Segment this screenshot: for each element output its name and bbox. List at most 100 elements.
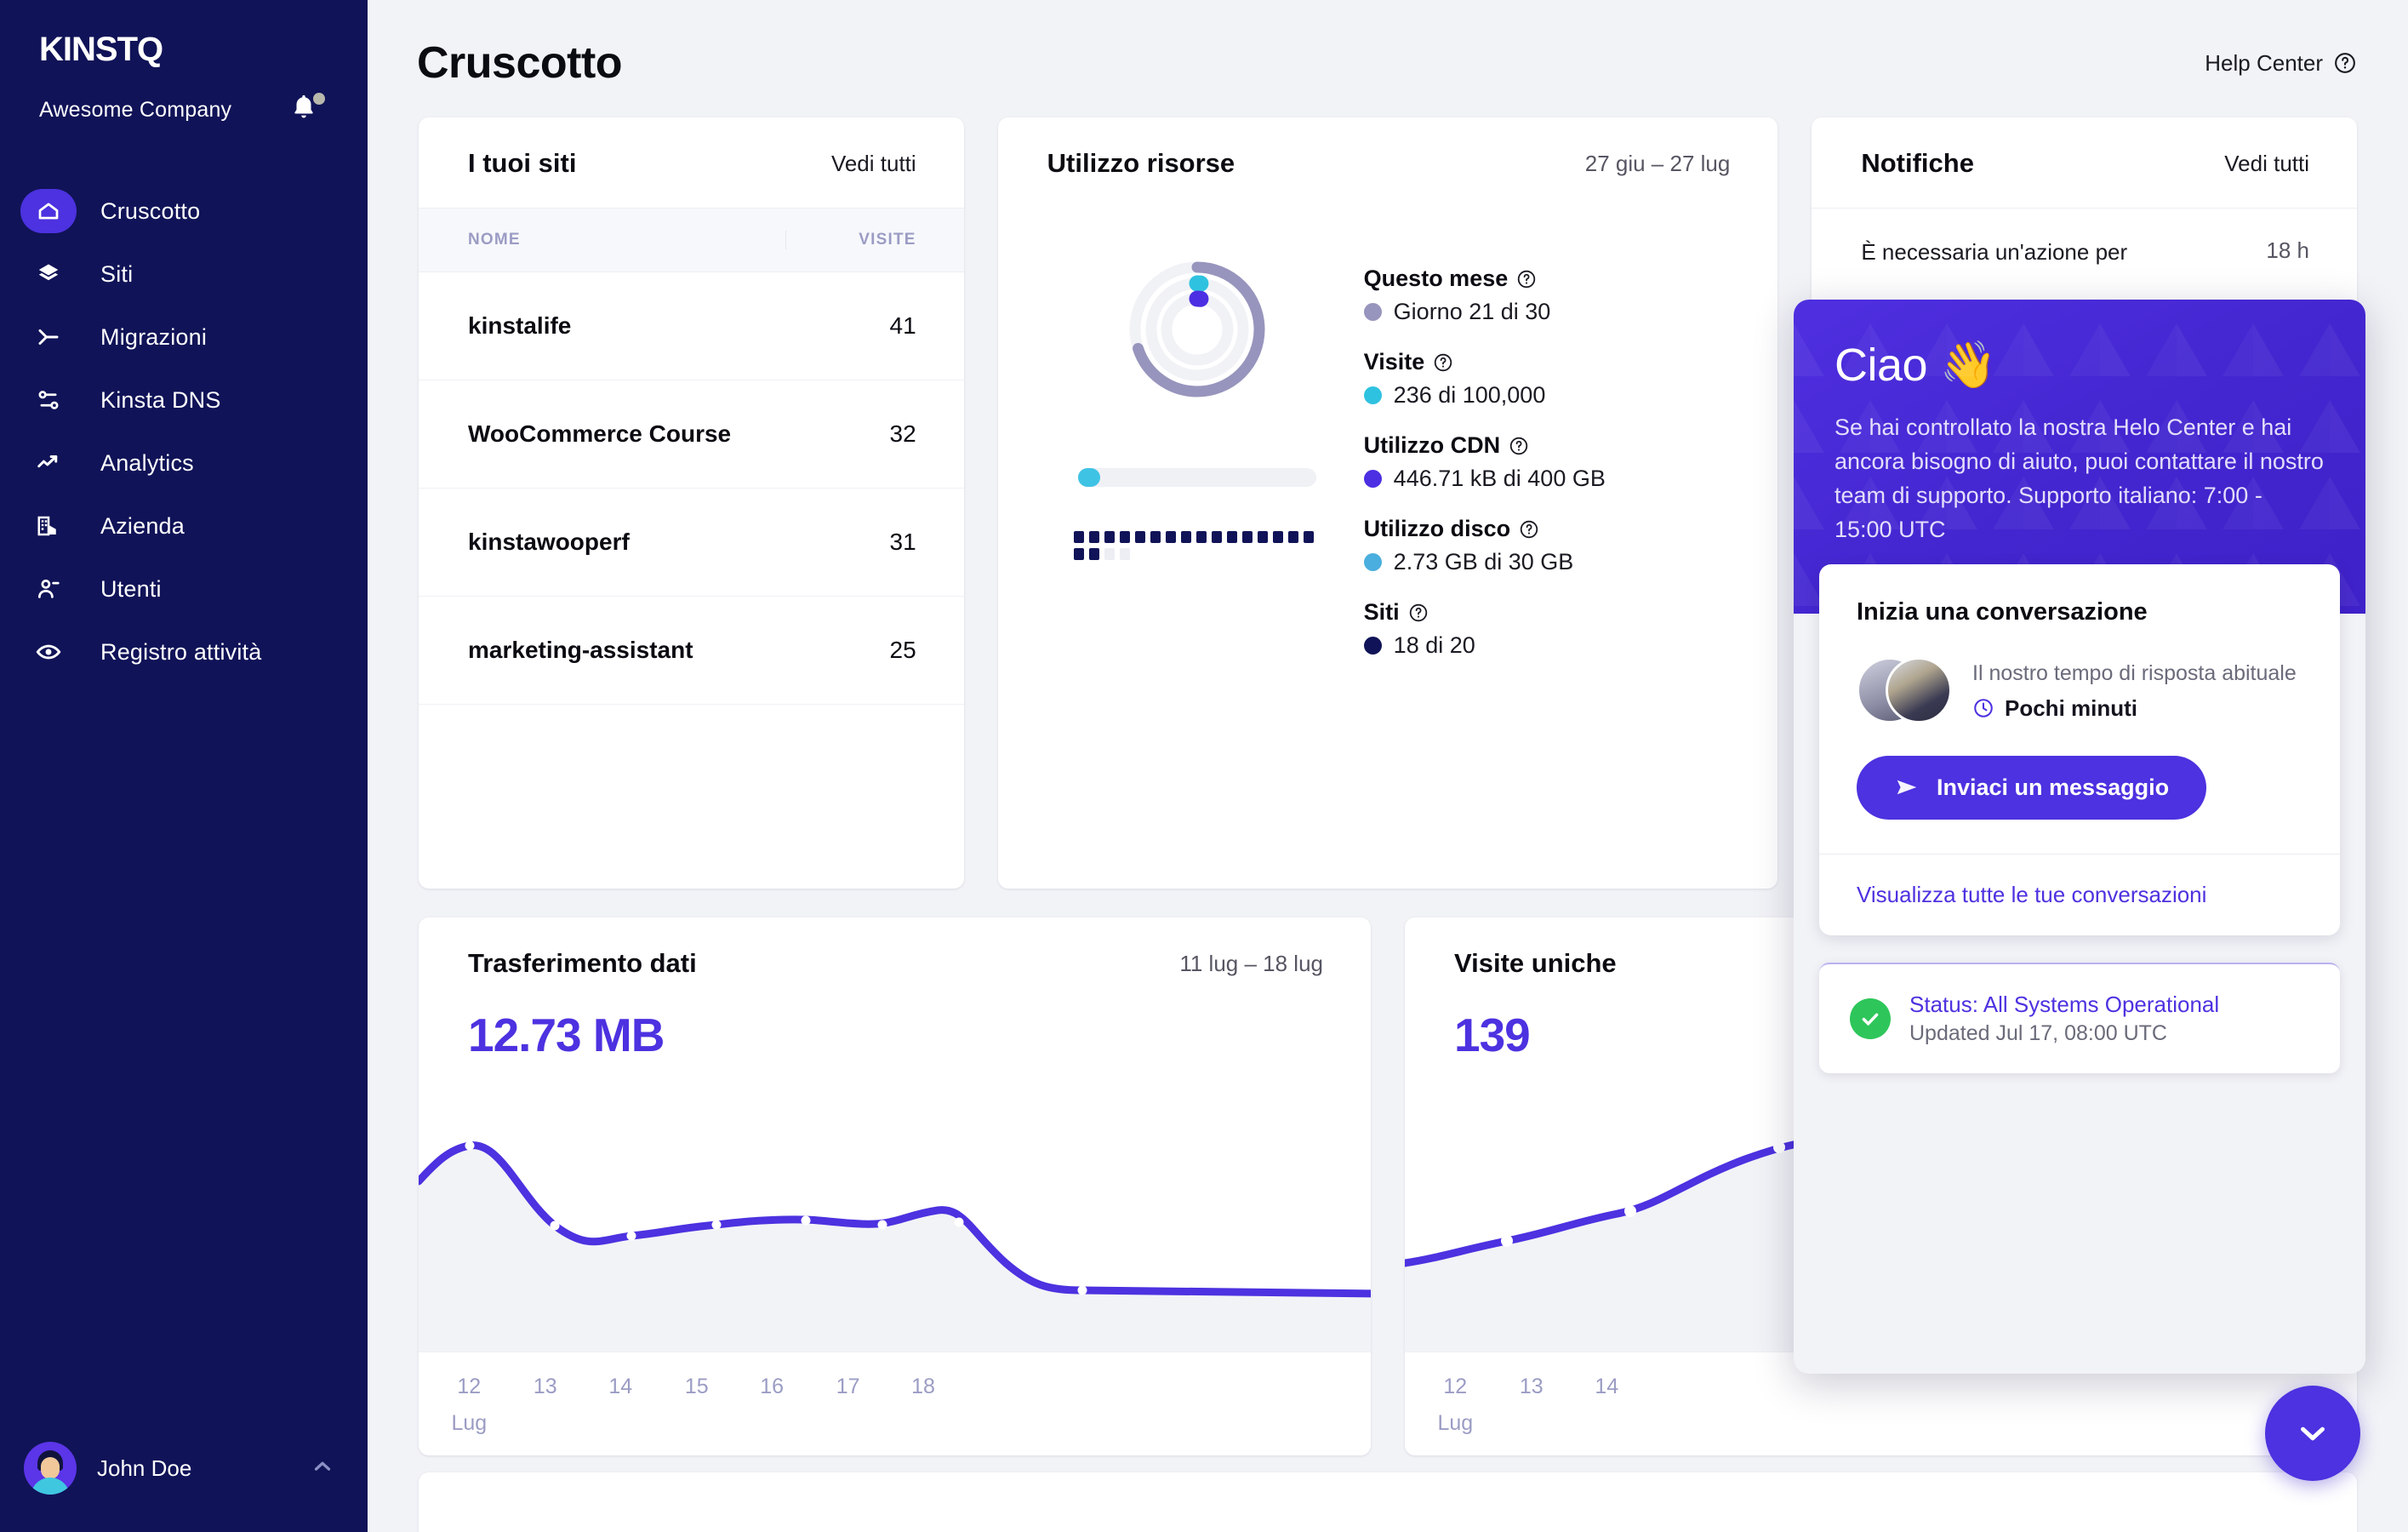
site-visits: 25 xyxy=(785,637,964,664)
notifications-view-all-link[interactable]: Vedi tutti xyxy=(2224,151,2309,177)
company-row: Awesome Company xyxy=(0,74,368,127)
unique-visits-title: Visite uniche xyxy=(1454,948,1617,979)
notifications-card-title: Notifiche xyxy=(1861,148,1974,179)
sidebar-item-kinsta-dns[interactable]: Kinsta DNS xyxy=(0,369,368,432)
disk-usage-progress-bar xyxy=(1078,468,1316,487)
response-time-value: Pochi minuti xyxy=(2005,695,2137,722)
data-transfer-date-range: 11 lug – 18 lug xyxy=(1179,951,1323,977)
sidebar-item-analytics[interactable]: Analytics xyxy=(0,432,368,494)
sites-count-indicator xyxy=(1074,531,1321,560)
chat-widget: Ciao 👋 Se hai controllato la nostra Helo… xyxy=(1794,300,2365,1374)
question-circle-icon xyxy=(2333,51,2357,75)
axis-tick-label: 15 xyxy=(685,1375,709,1399)
sidebar-item-azienda[interactable]: Azienda xyxy=(0,494,368,557)
question-circle-icon[interactable] xyxy=(1516,269,1537,289)
sidebar-item-label: Siti xyxy=(100,261,133,288)
sidebar-item-registro-attivita[interactable]: Registro attività xyxy=(0,620,368,683)
stat-label-text: Questo mese xyxy=(1364,266,1509,292)
sidebar-item-label: Kinsta DNS xyxy=(100,387,221,414)
send-message-button[interactable]: Inviaci un messaggio xyxy=(1857,756,2206,820)
user-minus-icon xyxy=(20,567,77,611)
trend-up-icon xyxy=(20,441,77,485)
status-updated: Updated Jul 17, 08:00 UTC xyxy=(1909,1021,2219,1046)
chat-intro-text: Se hai controllato la nostra Helo Center… xyxy=(1835,411,2325,547)
question-circle-icon[interactable] xyxy=(1433,352,1453,373)
sidebar-nav: Cruscotto Siti Migrazio xyxy=(0,180,368,683)
axis-month-label: Lug xyxy=(451,1411,487,1436)
start-conversation-panel: Inizia una conversazione Il nostro tempo… xyxy=(1819,564,2340,935)
user-profile-button[interactable]: John Doe xyxy=(0,1442,368,1495)
table-row[interactable]: kinstawooperf 31 xyxy=(419,489,964,597)
stat-value-text: 2.73 GB di 30 GB xyxy=(1394,549,1574,575)
avatar xyxy=(1886,657,1952,723)
sidebar-item-siti[interactable]: Siti xyxy=(0,243,368,306)
sites-card-header: I tuoi siti Vedi tutti xyxy=(419,117,964,208)
chevron-up-icon[interactable] xyxy=(310,1454,335,1483)
support-agents-avatars xyxy=(1857,655,1952,725)
building-icon xyxy=(20,504,77,548)
check-circle-icon xyxy=(1850,998,1891,1039)
sites-card-title: I tuoi siti xyxy=(468,148,576,179)
help-center-link[interactable]: Help Center xyxy=(2205,50,2357,77)
axis-tick-label: 12 xyxy=(457,1375,481,1398)
notifications-list: È necessaria un'azione per 18 h xyxy=(1812,208,2357,296)
paper-plane-icon xyxy=(1894,775,1920,800)
sidebar: KINSTQ Awesome Company Crus xyxy=(0,0,368,1532)
data-transfer-chart xyxy=(419,1096,1371,1352)
table-row[interactable]: marketing-assistant 25 xyxy=(419,597,964,705)
legend-dot xyxy=(1364,386,1382,404)
sidebar-item-utenti[interactable]: Utenti xyxy=(0,557,368,620)
sites-view-all-link[interactable]: Vedi tutti xyxy=(831,151,916,177)
response-time-value-row: Pochi minuti xyxy=(1972,695,2297,722)
response-time-row: Il nostro tempo di risposta abituale Poc… xyxy=(1819,626,2340,725)
usage-donut-chart xyxy=(1125,257,1270,402)
page-title: Cruscotto xyxy=(417,37,622,89)
table-row[interactable]: WooCommerce Course 32 xyxy=(419,380,964,489)
chat-greeting-text: Ciao xyxy=(1835,340,1927,391)
topbar: Cruscotto Help Center xyxy=(368,0,2408,89)
chat-greeting: Ciao 👋 xyxy=(1835,339,2325,392)
sidebar-item-cruscotto[interactable]: Cruscotto xyxy=(0,180,368,243)
data-transfer-x-axis: 12Lug 13 14 15 16 17 18 xyxy=(419,1352,1371,1455)
resource-gauges xyxy=(998,216,1364,683)
view-all-conversations-link[interactable]: Visualizza tutte le tue conversazioni xyxy=(1819,855,2340,935)
site-visits: 41 xyxy=(785,312,964,340)
legend-dot xyxy=(1364,553,1382,571)
layers-icon xyxy=(20,252,77,296)
table-row[interactable]: kinstalife 41 xyxy=(419,272,964,380)
legend-dot xyxy=(1364,637,1382,655)
data-transfer-card: Trasferimento dati 11 lug – 18 lug 12.73… xyxy=(419,917,1371,1455)
send-message-label: Inviaci un messaggio xyxy=(1937,775,2169,801)
notification-text: È necessaria un'azione per xyxy=(1861,237,2127,267)
sidebar-item-label: Azienda xyxy=(100,513,185,540)
notifications-card-header: Notifiche Vedi tutti xyxy=(1812,117,2357,208)
sidebar-item-migrazioni[interactable]: Migrazioni xyxy=(0,306,368,369)
legend-dot xyxy=(1364,470,1382,488)
stat-sites: Siti 18 di 20 xyxy=(1364,599,1606,659)
notifications-bell-button[interactable] xyxy=(289,93,323,127)
chat-toggle-button[interactable] xyxy=(2265,1386,2360,1481)
list-item[interactable]: È necessaria un'azione per 18 h xyxy=(1812,209,2357,296)
axis-tick-label: 17 xyxy=(836,1375,860,1399)
question-circle-icon[interactable] xyxy=(1408,603,1429,623)
data-transfer-title: Trasferimento dati xyxy=(468,948,697,979)
column-header-name: NOME xyxy=(419,231,785,249)
axis-tick-label: 12 xyxy=(1443,1375,1467,1398)
system-status-card[interactable]: Status: All Systems Operational Updated … xyxy=(1819,963,2340,1073)
axis-tick-label: 14 xyxy=(1595,1375,1618,1399)
user-name: John Doe xyxy=(97,1455,310,1482)
question-circle-icon[interactable] xyxy=(1509,436,1529,456)
dashboard-app: KINSTQ Awesome Company Crus xyxy=(0,0,2408,1532)
data-transfer-value: 12.73 MB xyxy=(419,1008,1371,1062)
brand-logo[interactable]: KINSTQ xyxy=(0,0,368,74)
site-visits: 31 xyxy=(785,529,964,556)
eye-icon xyxy=(20,630,77,674)
sidebar-item-label: Utenti xyxy=(100,576,162,603)
sidebar-item-label: Registro attività xyxy=(100,639,261,666)
question-circle-icon[interactable] xyxy=(1519,519,1539,540)
resource-stats-list: Questo mese Giorno 21 di 30 xyxy=(1364,216,1606,683)
axis-tick-label: 18 xyxy=(911,1375,935,1399)
stat-label-text: Utilizzo disco xyxy=(1364,516,1511,542)
avatar xyxy=(24,1442,77,1495)
stat-visits: Visite 236 di 100,000 xyxy=(1364,349,1606,409)
